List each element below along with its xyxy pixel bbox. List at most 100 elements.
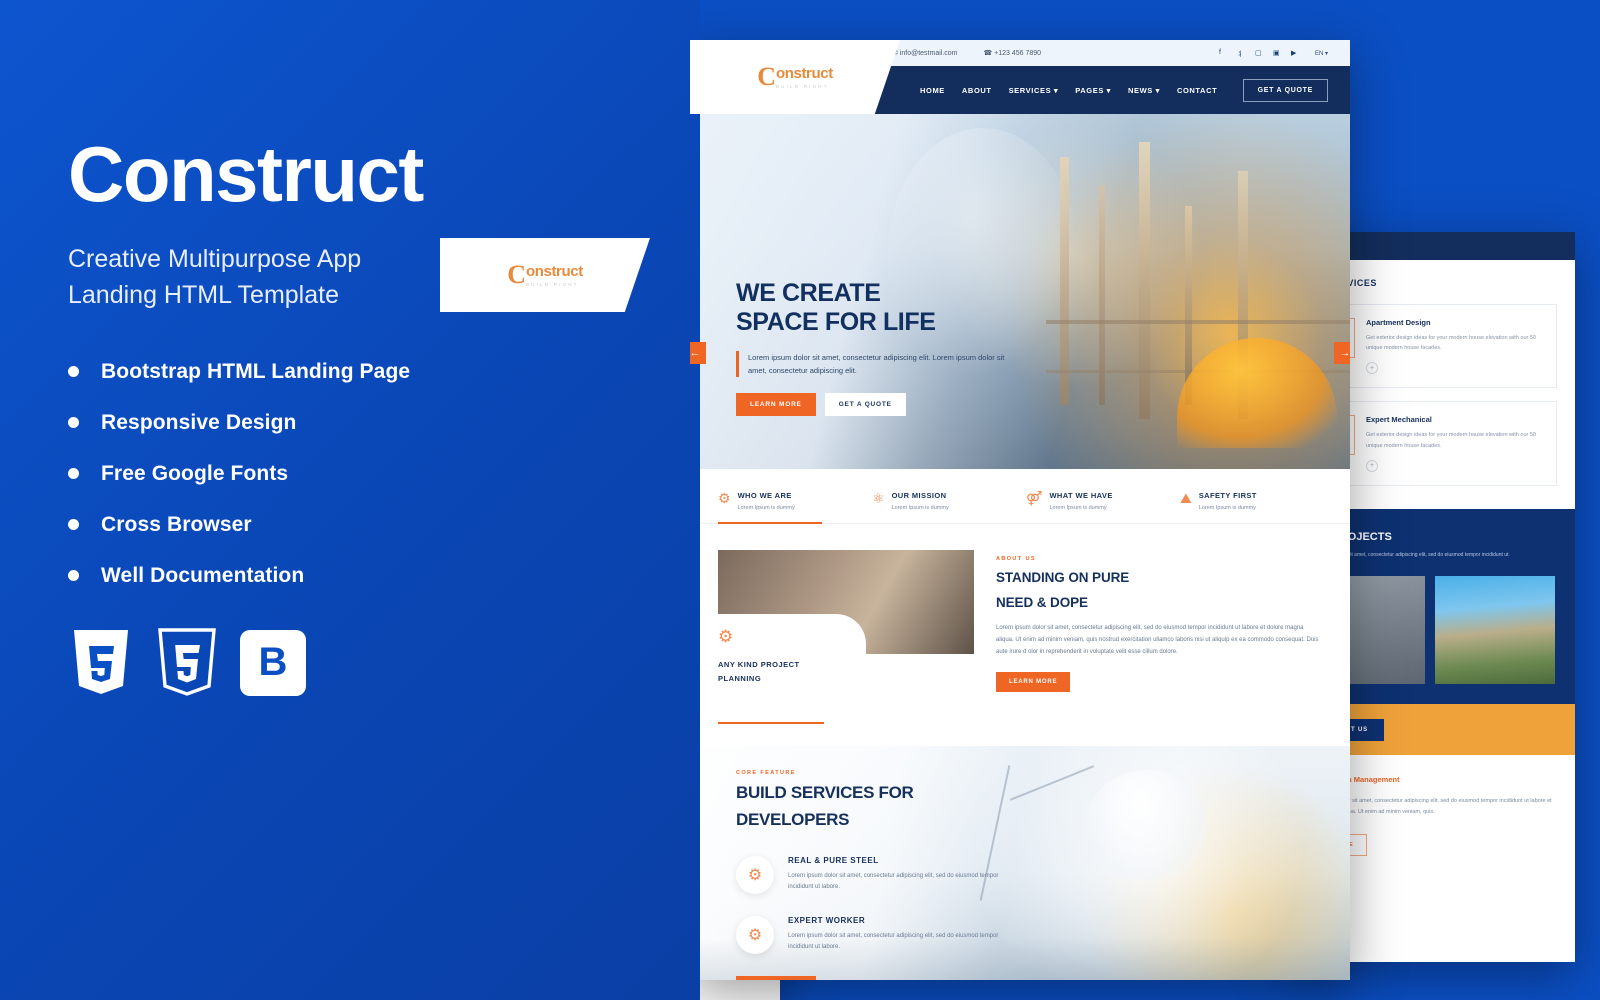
tab-title: WHO WE ARE <box>737 491 792 500</box>
plus-icon[interactable]: + <box>1366 459 1378 472</box>
twitter-icon[interactable]: ⺦ <box>1237 49 1245 58</box>
accent-rule <box>718 721 824 724</box>
nav-item-home[interactable]: HOME <box>920 86 945 95</box>
about-heading-line2: NEED & DOPE <box>996 594 1088 610</box>
language-selector[interactable]: EN ▾ <box>1315 50 1328 57</box>
tab-title: SAFETY FIRST <box>1198 491 1257 500</box>
gear-icon: ⚙ <box>718 627 734 646</box>
plus-icon[interactable]: + <box>1366 362 1378 375</box>
bullet-icon <box>68 519 79 530</box>
feature-label: Responsive Design <box>101 410 297 434</box>
list-item: Cross Browser <box>68 513 628 537</box>
youtube-icon[interactable]: ▶ <box>1291 49 1299 57</box>
logo[interactable]: C onstruct BUILD RIGHT <box>690 40 900 114</box>
bullet-icon <box>68 468 79 479</box>
logo-tagline: BUILD RIGHT <box>775 84 829 89</box>
nav-label: SERVICES <box>1008 85 1052 95</box>
promo-subtitle-line2: Landing HTML Template <box>68 281 339 310</box>
main-mockup-center: ✉ info@testmail.com ☎ +123 456 7890 f ⺦ … <box>690 40 1350 980</box>
core-item-title: EXPERT WORKER <box>788 915 866 925</box>
core-item-desc: Lorem ipsum dolor sit amet, consectetur … <box>788 872 999 891</box>
feature-label: Cross Browser <box>101 512 252 536</box>
feature-list: Bootstrap HTML Landing Page Responsive D… <box>68 360 628 588</box>
hero-paragraph: Lorem ipsum dolor sit amet, consectetur … <box>736 351 1021 378</box>
promo-subtitle: Creative Multipurpose App Landing HTML T… <box>68 241 488 314</box>
nav-label: PAGES <box>1075 85 1104 95</box>
tab-subtitle: Lorem Ipsum is dummy <box>891 505 949 511</box>
facebook-icon[interactable]: f <box>1219 49 1227 57</box>
tab-subtitle: Lorem Ipsum is dummy <box>1198 505 1256 511</box>
card-title-line2: PLANNING <box>718 674 762 684</box>
tab-who-we-are[interactable]: ⚙ WHO WE ARE Lorem Ipsum is dummy <box>718 485 860 524</box>
bullet-icon <box>68 570 79 581</box>
tab-subtitle: Lorem Ipsum is dummy <box>1049 505 1107 511</box>
hero-prev-arrow[interactable]: ← <box>690 342 706 364</box>
feature-label: Well Documentation <box>101 563 305 587</box>
logo-text: onstruct <box>525 263 583 280</box>
hero-next-arrow[interactable]: → <box>1334 342 1350 364</box>
tab-what-we-have[interactable]: ⚤ WHAT WE HAVE Lorem Ipsum is dummy <box>1026 485 1168 511</box>
about-paragraph: Lorem ipsum dolor sit amet, consectetur … <box>996 625 1319 656</box>
list-item: Free Google Fonts <box>68 462 628 486</box>
nav-item-services[interactable]: SERVICES ▾ <box>1009 86 1059 95</box>
hero-copy: WE CREATE SPACE FOR LIFE Lorem ipsum dol… <box>736 279 1036 417</box>
about-learn-more-button[interactable]: LEARN MORE <box>996 672 1071 693</box>
email-text: info@testmail.com <box>899 50 958 57</box>
core-heading-line1: BUILD SERVICES FOR <box>736 782 914 802</box>
phone-text: +123 456 7890 <box>994 50 1042 57</box>
about-heading-line1: STANDING ON PURE <box>996 570 1130 585</box>
tab-title: OUR MISSION <box>891 491 947 500</box>
nav-item-about[interactable]: ABOUT <box>962 86 992 95</box>
promo-subtitle-line1: Creative Multipurpose App <box>68 245 362 273</box>
css3-icon <box>154 627 220 698</box>
about-section: ⚙ ANY KIND PROJECT PLANNING ABOUT US STA… <box>690 524 1350 746</box>
hero-learn-more-button[interactable]: LEARN MORE <box>736 393 816 417</box>
hardhat-icon: ⛰ <box>1180 490 1192 506</box>
nav-item-news[interactable]: NEWS ▾ <box>1128 86 1160 95</box>
logo-tagline: BUILD RIGHT <box>525 282 579 287</box>
nav-item-pages[interactable]: PAGES ▾ <box>1075 86 1111 95</box>
logo-c-icon: C <box>507 260 526 289</box>
instagram-icon[interactable]: ▢ <box>1255 49 1263 57</box>
core-feature-item: ⚙ EXPERT WORKER Lorem ipsum dolor sit am… <box>736 915 1066 954</box>
phone-item[interactable]: ☎ +123 456 7890 <box>984 49 1042 57</box>
core-learn-more-button[interactable]: LEARN MORE <box>736 975 816 980</box>
helmet-icon: ⚙ <box>718 490 731 506</box>
tab-subtitle: Lorem Ipsum is dummy <box>737 505 795 511</box>
hero-heading-line2: SPACE FOR LIFE <box>736 308 936 336</box>
nav-item-contact[interactable]: CONTACT <box>1177 86 1217 95</box>
worker-icon: ⚤ <box>1026 490 1043 506</box>
logo-text: onstruct <box>775 65 833 82</box>
list-item: Bootstrap HTML Landing Page <box>68 360 628 384</box>
nav-links: HOME ABOUT SERVICES ▾ PAGES ▾ NEWS ▾ CON… <box>920 86 1217 95</box>
nav-label: NEWS <box>1128 85 1153 95</box>
core-feature-section: CORE FEATURE BUILD SERVICES FOR DEVELOPE… <box>690 745 1350 980</box>
tech-badges: B <box>68 627 628 698</box>
about-kicker: ABOUT US <box>996 556 1036 562</box>
linkedin-icon[interactable]: ▣ <box>1273 49 1281 57</box>
feature-tab-strip: ⚙ WHO WE ARE Lorem Ipsum is dummy ⚛ OUR M… <box>690 469 1350 524</box>
tab-safety-first[interactable]: ⛰ SAFETY FIRST Lorem Ipsum is dummy <box>1180 485 1322 511</box>
bullet-icon <box>68 366 79 377</box>
bootstrap-icon: B <box>240 629 306 696</box>
email-item[interactable]: ✉ info@testmail.com <box>892 49 958 57</box>
feature-label: Bootstrap HTML Landing Page <box>101 359 411 383</box>
get-a-quote-button[interactable]: GET A QUOTE <box>1242 78 1328 102</box>
core-feature-item: ⚙ REAL & PURE STEEL Lorem ipsum dolor si… <box>736 855 1066 894</box>
tab-our-mission[interactable]: ⚛ OUR MISSION Lorem Ipsum is dummy <box>872 485 1014 511</box>
card-title-line1: ANY KIND PROJECT <box>718 660 800 669</box>
tab-title: WHAT WE HAVE <box>1049 491 1113 500</box>
service-title: Apartment Design <box>1366 318 1431 327</box>
logo[interactable]: C onstruct BUILD RIGHT <box>440 238 650 312</box>
hero-heading-line1: WE CREATE <box>736 279 881 307</box>
list-item: Well Documentation <box>68 564 628 588</box>
hero-get-a-quote-button[interactable]: GET A QUOTE <box>824 393 906 417</box>
project-thumbnail[interactable] <box>1435 575 1555 684</box>
feature-label: Free Google Fonts <box>101 461 289 485</box>
steel-icon: ⚙ <box>736 855 774 894</box>
hero-slider: ← → WE CREATE SPACE FOR LIFE Lorem ipsum… <box>690 114 1350 469</box>
page-title: Construct <box>68 130 424 218</box>
service-title: Expert Mechanical <box>1366 415 1432 425</box>
promo-panel: Construct Creative Multipurpose App Land… <box>0 0 700 1000</box>
core-heading-line2: DEVELOPERS <box>736 809 850 829</box>
